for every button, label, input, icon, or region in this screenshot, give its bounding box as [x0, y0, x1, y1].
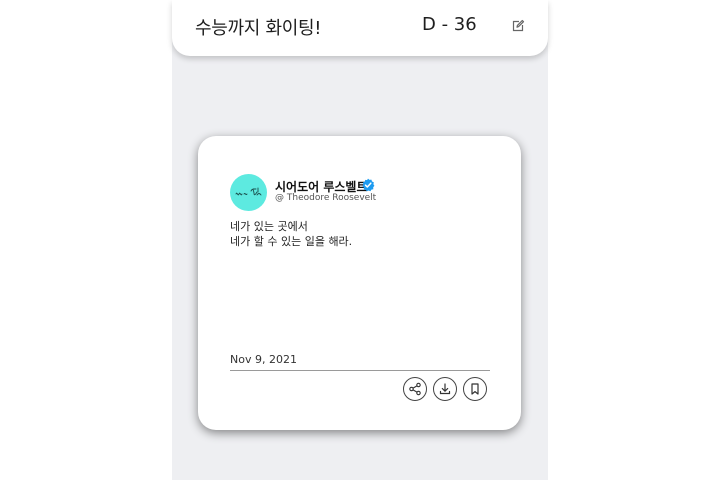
avatar	[230, 174, 267, 211]
quote-line: 네가 있는 곳에서	[230, 220, 308, 233]
quote-line: 네가 할 수 있는 일을 해라.	[230, 235, 353, 248]
download-icon	[439, 383, 451, 395]
header-bar: 수능까지 화이팅! D - 36	[172, 0, 548, 56]
page-title: 수능까지 화이팅!	[195, 18, 322, 39]
dday-counter: D - 36	[422, 14, 477, 35]
user-handle: @ Theodore Roosevelt	[275, 193, 377, 203]
share-button[interactable]	[403, 377, 427, 401]
download-button[interactable]	[433, 377, 457, 401]
divider	[230, 370, 490, 371]
post-date: Nov 9, 2021	[230, 353, 297, 366]
edit-button[interactable]	[508, 16, 528, 36]
share-icon	[409, 382, 421, 396]
signature-logo-avatar	[235, 187, 261, 195]
bookmark-button[interactable]	[463, 377, 487, 401]
action-bar	[403, 377, 487, 401]
quote-card: 시어도어 루스벨트 @ Theodore Roosevelt 네가 있는 곳에서…	[198, 136, 521, 430]
quote-text: 네가 있는 곳에서 네가 할 수 있는 일을 해라.	[230, 219, 352, 249]
app-frame: 수능까지 화이팅! D - 36 시어도어 루스벨트 @ Theodore Ro…	[172, 0, 548, 480]
verified-badge-icon	[362, 178, 375, 192]
pencil-edit-icon	[512, 19, 525, 32]
bookmark-icon	[471, 383, 479, 395]
